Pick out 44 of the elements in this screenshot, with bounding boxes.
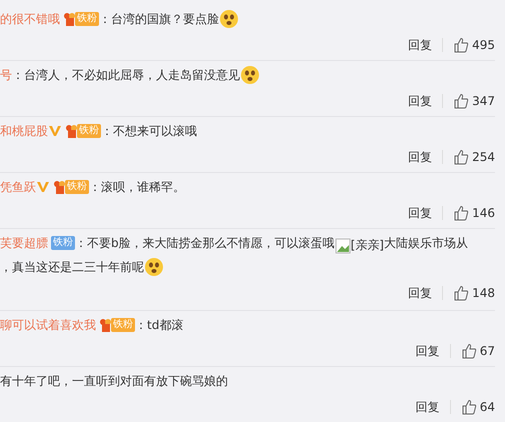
fan-badge: 铁粉 [75, 12, 99, 26]
comment-text: 有十年了吧，一直听到对面有放下碗骂娘的 [0, 373, 228, 390]
reply-link[interactable]: 回复 [416, 342, 440, 360]
like-count[interactable]: 254 [472, 148, 495, 166]
broken-image-icon [334, 238, 351, 254]
reply-link[interactable]: 回复 [408, 36, 432, 54]
fan-badge: 铁粉 [51, 236, 75, 250]
thumbs-up-icon [453, 205, 470, 221]
thumbs-up-icon [453, 93, 470, 109]
fan-badge: 铁粉 [65, 180, 89, 194]
fan-badge: 铁粉 [77, 124, 101, 138]
like-count[interactable]: 64 [480, 398, 495, 416]
reply-link[interactable]: 回复 [408, 92, 432, 110]
medal-icon [99, 318, 111, 332]
thumbs-up-icon [460, 399, 477, 415]
image-alt-text: [亲亲] [350, 237, 384, 254]
like-count[interactable]: 148 [472, 284, 495, 302]
like-count[interactable]: 347 [472, 92, 495, 110]
reply-link[interactable]: 回复 [416, 398, 440, 416]
medal-icon [65, 124, 77, 138]
comment-text: ：台湾的国旗？要点脸 [99, 11, 219, 28]
comment-text: ：滚呗，谁稀罕。 [89, 179, 185, 196]
comment-text: ：台湾人，不必如此屈辱，人走岛留没意见 [12, 67, 240, 84]
comment-text: 大陆娱乐市场从 [384, 235, 468, 252]
thumbs-up-icon [453, 37, 470, 53]
comment-text: ：td都滚 [135, 317, 184, 334]
emoji-icon [144, 257, 164, 277]
like-count[interactable]: 67 [480, 342, 495, 360]
medal-icon [53, 180, 65, 194]
comment-text: ：不要b脸，来大陆捞金那么不情愿，可以滚蛋哦 [75, 235, 335, 252]
emoji-icon [240, 65, 260, 85]
emoji-icon [219, 9, 239, 29]
comment-text: ，真当这还是二三十年前呢 [0, 259, 144, 276]
thumbs-up-icon [453, 149, 470, 165]
like-count[interactable]: 495 [472, 36, 495, 54]
thumbs-up-icon [460, 343, 477, 359]
like-count[interactable]: 146 [472, 204, 495, 222]
fan-badge: 铁粉 [111, 318, 135, 332]
medal-icon [63, 12, 75, 26]
thumbs-up-icon [453, 285, 470, 301]
reply-link[interactable]: 回复 [408, 284, 432, 302]
reply-link[interactable]: 回复 [408, 148, 432, 166]
comment-text: ：不想来可以滚哦 [101, 123, 197, 140]
reply-link[interactable]: 回复 [408, 204, 432, 222]
